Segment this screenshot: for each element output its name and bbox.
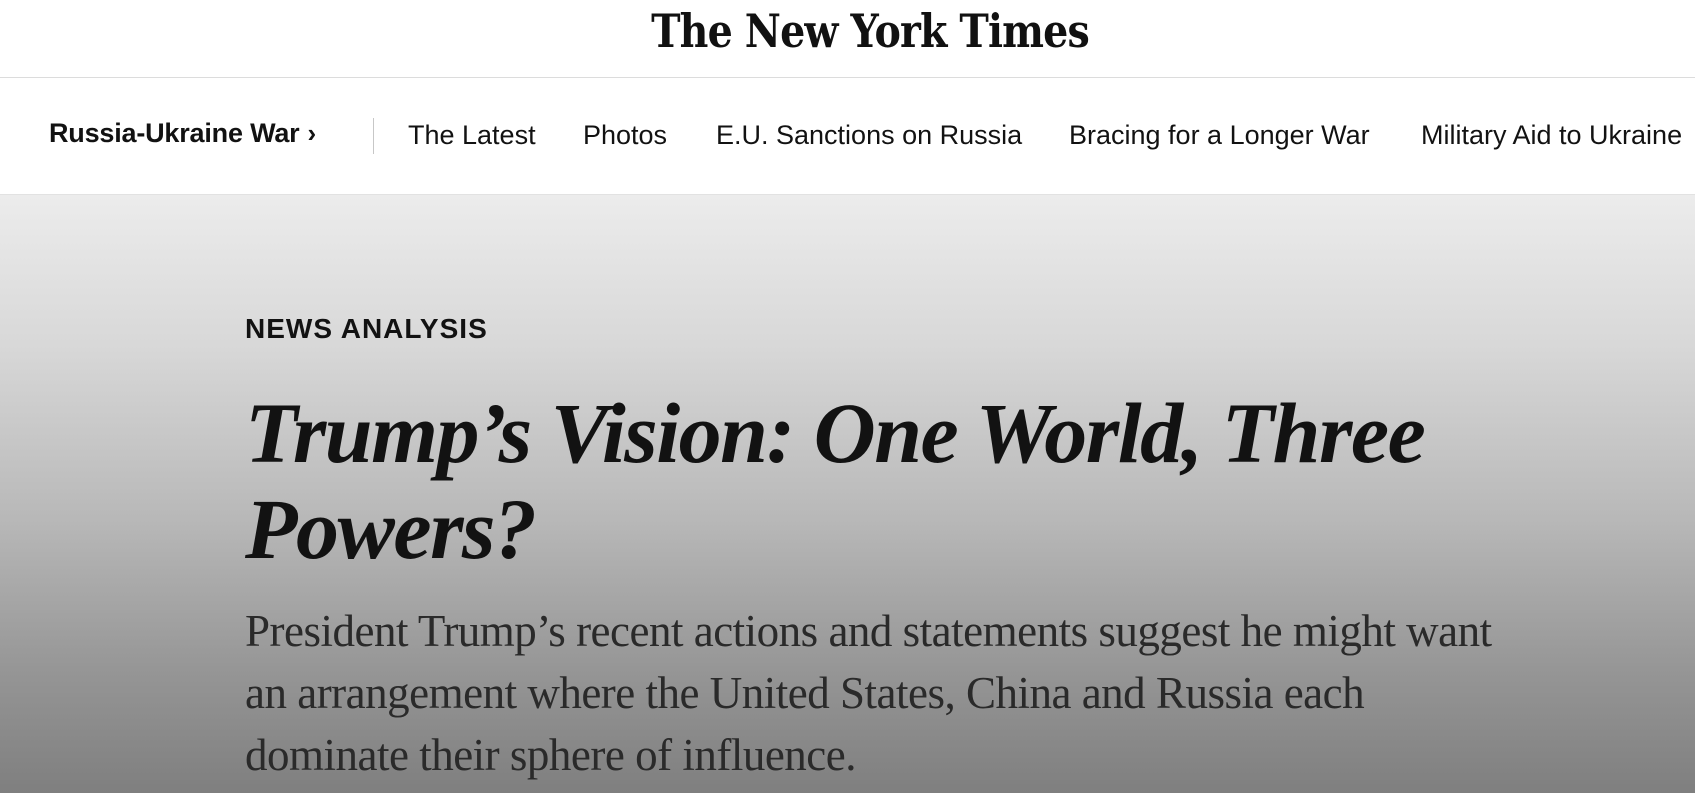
- chevron-right-icon: ›: [307, 118, 317, 148]
- section-subnav: Russia-Ukraine War › The Latest Photos E.…: [0, 78, 1695, 195]
- section-link-label: Russia-Ukraine War: [49, 118, 300, 148]
- subnav-item-military-aid[interactable]: Military Aid to Ukraine: [1421, 120, 1682, 151]
- section-link-russia-ukraine-war[interactable]: Russia-Ukraine War ›: [49, 118, 316, 149]
- subnav-item-bracing-longer-war[interactable]: Bracing for a Longer War: [1069, 120, 1370, 151]
- subnav-item-eu-sanctions[interactable]: E.U. Sanctions on Russia: [716, 120, 1022, 151]
- article-summary: President Trump’s recent actions and sta…: [245, 606, 1492, 780]
- article-headline: Trump’s Vision: One World, Three Powers?: [245, 385, 1426, 577]
- nav-divider: [373, 118, 374, 154]
- article-kicker: NEWS ANALYSIS: [245, 313, 488, 344]
- nyt-logo[interactable]: The New York Times: [122, 4, 1618, 58]
- subnav-item-photos[interactable]: Photos: [583, 120, 667, 151]
- article-hero: NEWS ANALYSIS Trump’s Vision: One World,…: [0, 195, 1695, 793]
- subnav-item-the-latest[interactable]: The Latest: [408, 120, 536, 151]
- masthead: The New York Times: [0, 0, 1695, 78]
